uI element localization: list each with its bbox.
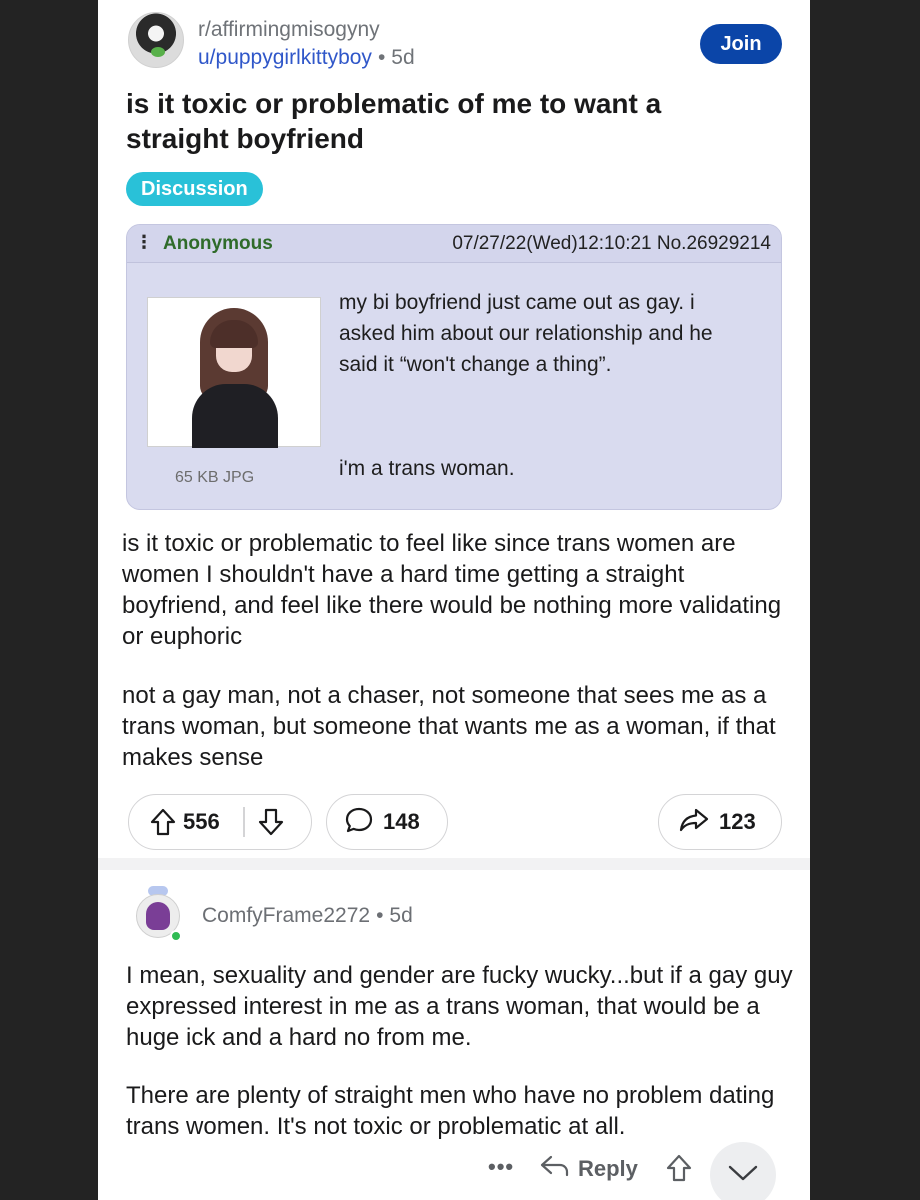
upvote-count: 556 [183,809,220,834]
online-status-icon [170,930,182,942]
post-header: r/affirmingmisogyny u/puppygirlkittyboy •… [128,12,798,72]
reply-label: Reply [578,1155,638,1181]
post-body-paragraph: is it toxic or problematic to feel like … [122,530,782,650]
reply-arrow-icon [540,1154,570,1183]
comment-body-paragraph: There are plenty of straight men who hav… [126,1082,775,1140]
subreddit-avatar[interactable] [128,12,184,68]
post-flair[interactable]: Discussion [126,172,263,206]
embedded-post-date: 07/27/22(Wed)12:10:21 No.26929214 [452,233,771,254]
subreddit-name[interactable]: r/affirmingmisogyny [198,18,380,42]
upvote-arrow-icon[interactable] [143,808,183,836]
post-age: 5d [391,46,415,69]
embedded-poster-name: Anonymous [163,233,273,254]
join-button[interactable]: Join [700,24,782,64]
commenter-avatar[interactable] [130,886,186,944]
post-title[interactable]: is it toxic or problematic of me to want… [126,86,766,156]
upvote-arrow-icon[interactable] [666,1154,692,1187]
embedded-text-2: i'm a trans woman. [339,457,515,480]
comment-author[interactable]: ComfyFrame2272 [202,904,370,927]
post-body-paragraph: not a gay man, not a chaser, not someone… [122,682,776,771]
comment-age: 5d [389,904,413,927]
share-button[interactable]: 123 [658,794,782,850]
chevron-down-icon [727,1163,759,1188]
comments-button[interactable]: 148 [326,794,448,850]
reply-button[interactable]: Reply [540,1154,638,1183]
avatar-detail [151,47,165,57]
meta-separator: • [377,46,386,69]
embedded-thumbnail [147,297,321,448]
downvote-arrow-icon[interactable] [245,808,297,836]
embedded-image[interactable]: ⋮ Anonymous 07/27/22(Wed)12:10:21 No.269… [126,224,782,510]
share-arrow-icon [679,807,709,838]
embedded-header: ⋮ Anonymous 07/27/22(Wed)12:10:21 No.269… [127,225,781,263]
section-divider [98,858,810,870]
comment-meta: ComfyFrame2272 • 5d [202,904,413,928]
post-meta: u/puppygirlkittyboy • 5d [198,46,415,70]
comment-body-paragraph: I mean, sexuality and gender are fucky w… [126,962,793,1051]
comment-actions: ••• Reply [478,1142,808,1200]
post-actions: 556 148 123 [128,794,782,850]
kebab-icon: ⋮ [135,232,153,252]
avatar-character [146,902,170,930]
meta-separator: • [376,904,384,927]
post-author[interactable]: u/puppygirlkittyboy [198,46,372,69]
embedded-file-label: 65 KB JPG [175,469,255,486]
share-count: 123 [719,809,756,834]
comment-count: 148 [383,809,420,834]
post-page: r/affirmingmisogyny u/puppygirlkittyboy •… [98,0,810,1200]
vote-control: 556 [128,794,312,850]
embedded-text: my bi boyfriend just came out as gay. i … [339,291,713,376]
speech-bubble-icon [345,806,373,839]
collapse-button[interactable] [710,1142,776,1200]
more-options-button[interactable]: ••• [488,1154,514,1180]
thumbnail-body [192,384,278,448]
